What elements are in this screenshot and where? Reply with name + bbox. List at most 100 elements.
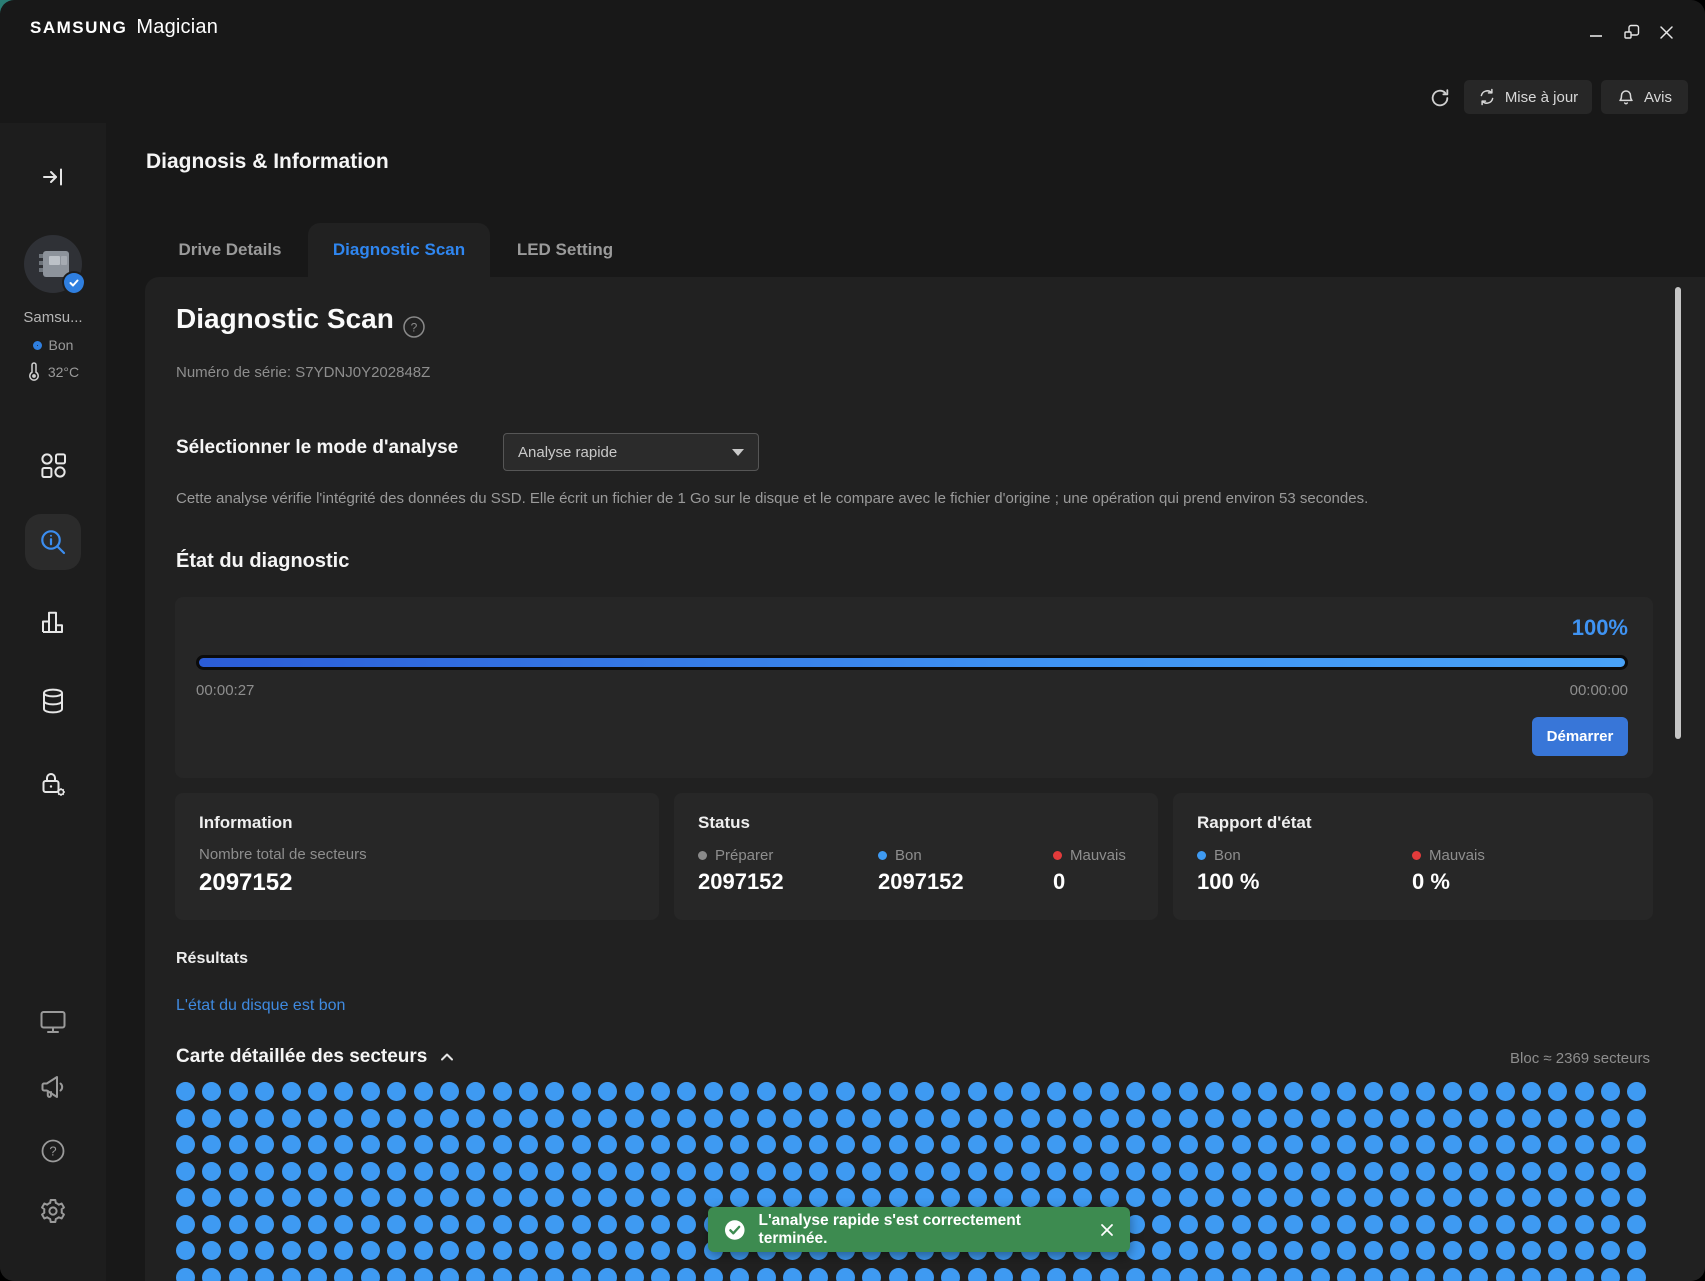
sector-dot: [255, 1241, 274, 1260]
sector-dot: [889, 1109, 908, 1128]
sector-dot: [1548, 1241, 1567, 1260]
sector-dot: [730, 1162, 749, 1181]
health-ring-icon: [33, 341, 42, 350]
sector-dot: [1416, 1241, 1435, 1260]
sector-dot: [1496, 1241, 1515, 1260]
scrollbar-thumb[interactable]: [1675, 287, 1681, 739]
sector-dot: [1337, 1215, 1356, 1234]
sector-dot: [1469, 1135, 1488, 1154]
sector-dot: [414, 1188, 433, 1207]
sector-dot: [677, 1135, 696, 1154]
page-title: Diagnosis & Information: [146, 150, 389, 174]
sector-dot: [334, 1241, 353, 1260]
sector-dot: [1179, 1135, 1198, 1154]
sector-dot: [941, 1135, 960, 1154]
sector-dot: [889, 1188, 908, 1207]
sector-dot: [1575, 1268, 1594, 1281]
sector-dot: [1179, 1188, 1198, 1207]
refresh-button[interactable]: [1426, 84, 1454, 112]
bell-icon: [1617, 88, 1635, 106]
sector-dot: [387, 1215, 406, 1234]
sector-dot: [809, 1188, 828, 1207]
sector-dot: [1258, 1215, 1277, 1234]
toast-message: L'analyse rapide s'est correctement term…: [759, 1212, 1087, 1248]
restore-button[interactable]: [1620, 20, 1644, 44]
sector-dot: [1443, 1268, 1462, 1281]
sector-dot: [889, 1082, 908, 1101]
thermometer-icon: [27, 362, 41, 381]
sector-dot: [1416, 1215, 1435, 1234]
scan-mode-select[interactable]: Analyse rapide: [503, 433, 759, 471]
toast-close-button[interactable]: [1100, 1223, 1114, 1237]
minimize-button[interactable]: [1584, 20, 1608, 44]
sector-dot: [519, 1135, 538, 1154]
sector-dot: [968, 1082, 987, 1101]
sector-dot: [1232, 1082, 1251, 1101]
sector-dot: [836, 1109, 855, 1128]
scan-help-button[interactable]: ?: [402, 315, 426, 339]
sector-dot: [598, 1188, 617, 1207]
sector-dot: [1390, 1109, 1409, 1128]
notice-button[interactable]: Avis: [1601, 80, 1688, 114]
tab-led-setting[interactable]: LED Setting: [490, 223, 640, 277]
sector-dot: [783, 1135, 802, 1154]
sidebar-item-security[interactable]: [0, 770, 106, 798]
sector-dot: [387, 1082, 406, 1101]
sector-dot: [466, 1268, 485, 1281]
sector-dot: [1337, 1162, 1356, 1181]
sidebar-item-announcements[interactable]: [0, 1074, 106, 1101]
sector-dot: [493, 1215, 512, 1234]
sector-dot: [625, 1241, 644, 1260]
update-button[interactable]: Mise à jour: [1464, 80, 1592, 114]
sector-dot: [1601, 1162, 1620, 1181]
sector-dot: [229, 1082, 248, 1101]
sector-dot: [1232, 1268, 1251, 1281]
sidebar-item-pc-health[interactable]: [0, 1009, 106, 1035]
remaining-time: 00:00:00: [0, 682, 1628, 699]
sidebar-item-diagnosis-active[interactable]: [25, 514, 81, 570]
sector-dot: [1311, 1215, 1330, 1234]
drive-avatar[interactable]: [0, 235, 106, 293]
sidebar-expand-button[interactable]: [0, 165, 106, 189]
sector-dot: [598, 1215, 617, 1234]
lock-gear-icon: [39, 770, 67, 798]
sector-dot: [387, 1135, 406, 1154]
tab-drive-details[interactable]: Drive Details: [152, 223, 308, 277]
sector-dot: [334, 1109, 353, 1128]
sector-dot: [941, 1109, 960, 1128]
sector-dot: [229, 1109, 248, 1128]
total-sectors-value: 2097152: [199, 869, 635, 897]
start-button[interactable]: Démarrer: [1532, 717, 1628, 756]
block-info: Bloc ≈ 2369 secteurs: [0, 1050, 1650, 1067]
sector-dot: [1311, 1241, 1330, 1260]
sector-dot: [493, 1241, 512, 1260]
sector-dot: [1469, 1109, 1488, 1128]
sector-dot: [994, 1135, 1013, 1154]
sector-dot: [1627, 1135, 1646, 1154]
sector-dot: [334, 1162, 353, 1181]
sidebar-item-help[interactable]: ?: [0, 1138, 106, 1164]
sector-dot: [677, 1109, 696, 1128]
sector-dot: [1390, 1162, 1409, 1181]
sector-dot: [1205, 1268, 1224, 1281]
sidebar-item-dashboard[interactable]: [0, 452, 106, 479]
sector-dot: [1627, 1109, 1646, 1128]
sector-dot: [1047, 1268, 1066, 1281]
sector-dot: [1522, 1215, 1541, 1234]
sector-dot: [915, 1135, 934, 1154]
sector-dot: [1364, 1241, 1383, 1260]
tab-diagnostic-scan[interactable]: Diagnostic Scan: [308, 223, 490, 277]
close-button[interactable]: [1654, 20, 1678, 44]
sector-dot: [255, 1135, 274, 1154]
sector-dot: [414, 1241, 433, 1260]
sector-dot: [545, 1268, 564, 1281]
sector-dot: [572, 1109, 591, 1128]
sidebar-item-settings[interactable]: [0, 1197, 106, 1225]
sector-dot: [255, 1109, 274, 1128]
sector-dot: [545, 1241, 564, 1260]
sector-dot: [493, 1082, 512, 1101]
sector-dot: [1284, 1241, 1303, 1260]
sector-dot: [1337, 1135, 1356, 1154]
sector-dot: [1522, 1188, 1541, 1207]
sector-dot: [809, 1268, 828, 1281]
